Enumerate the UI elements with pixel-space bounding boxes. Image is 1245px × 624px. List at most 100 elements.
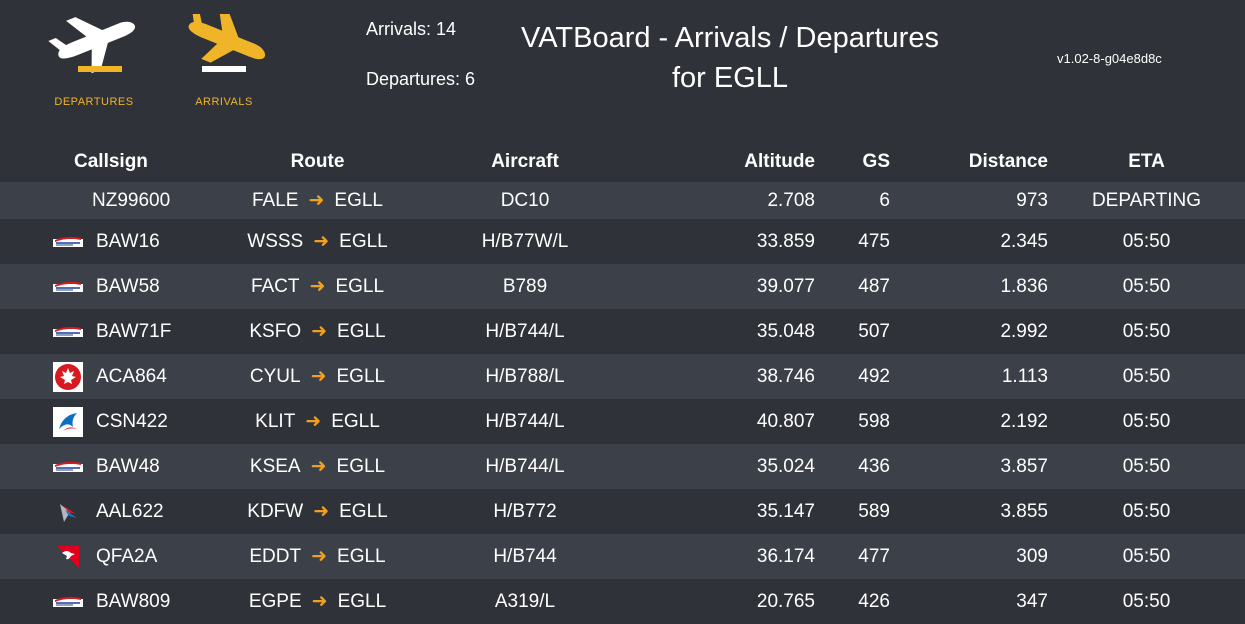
table-row[interactable]: BAW58 FACT ➜ EGLL B789 39.077 487 1.836 05:50 — [0, 264, 1245, 309]
cell-gs: 436 — [858, 455, 890, 477]
cell-eta: 05:50 — [1122, 410, 1171, 432]
cell-eta: 05:50 — [1122, 365, 1171, 387]
title-line-1: VATBoard - Arrivals / Departures — [521, 22, 939, 54]
cell-callsign: ACA864 — [0, 354, 210, 399]
column-aircraft[interactable]: Aircraft — [405, 142, 645, 182]
cell-callsign: BAW71F — [0, 309, 210, 354]
cell-gs: 477 — [858, 545, 890, 567]
cell-altitude: 38.746 — [756, 365, 815, 387]
china-southern-logo — [52, 406, 84, 437]
table-row[interactable]: BAW71F KSFO ➜ EGLL H/B744/L 35.048 507 2.992 05:… — [0, 309, 1245, 354]
arrow-right-icon: ➜ — [309, 276, 326, 297]
cell-distance: 1.836 — [1000, 275, 1048, 297]
departures-button[interactable]: DEPARTURES — [44, 14, 144, 114]
cell-route: KSEA ➜ EGLL — [210, 444, 405, 489]
table-row[interactable]: BAW809 EGPE ➜ EGLL A319/L 20.765 426 347 05:50 — [0, 579, 1245, 624]
arrivals-button[interactable]: ARRIVALS — [174, 14, 274, 114]
origin: FALE — [252, 190, 299, 211]
cell-callsign: QFA2A — [0, 534, 210, 579]
column-gs[interactable]: GS — [815, 142, 890, 182]
cell-callsign: NZ99600 — [0, 182, 210, 219]
callsign: BAW809 — [96, 590, 171, 612]
cell-distance: 3.857 — [1000, 455, 1048, 477]
cell-eta: DEPARTING — [1091, 189, 1202, 211]
cell-eta: 05:50 — [1122, 590, 1171, 612]
cell-altitude: 20.765 — [756, 590, 815, 612]
cell-route: EDDT ➜ EGLL — [210, 534, 405, 579]
column-eta[interactable]: ETA — [1048, 142, 1245, 182]
flights-table: Callsign Route Aircraft Altitude GS Dist… — [0, 142, 1245, 624]
table-row[interactable]: BAW48 KSEA ➜ EGLL H/B744/L 35.024 436 3.857 05:5… — [0, 444, 1245, 489]
destination: EGLL — [337, 591, 387, 612]
cell-gs: 487 — [858, 275, 890, 297]
cell-callsign: CSN422 — [0, 399, 210, 444]
table-row[interactable]: BAW16 WSSS ➜ EGLL H/B77W/L 33.859 475 2.345 05:5… — [0, 219, 1245, 264]
column-altitude[interactable]: Altitude — [645, 142, 815, 182]
callsign: NZ99600 — [92, 189, 171, 211]
destination: EGLL — [337, 546, 386, 567]
plane-takeoff-icon — [48, 17, 136, 74]
header: DEPARTURES ARRIVALS Arrivals: 14 Departu… — [0, 0, 1245, 140]
cell-altitude: 35.147 — [756, 500, 815, 522]
callsign: BAW58 — [96, 275, 160, 297]
callsign: BAW48 — [96, 455, 160, 477]
table-row[interactable]: NZ99600 FALE ➜ EGLL DC10 2.708 6 973 DEPARTING — [0, 182, 1245, 219]
arrow-right-icon: ➜ — [313, 501, 330, 522]
cell-route: CYUL ➜ EGLL — [210, 354, 405, 399]
origin: CYUL — [249, 366, 301, 387]
callsign: AAL622 — [96, 500, 164, 522]
cell-aircraft: H/B77W/L — [481, 230, 569, 252]
cell-aircraft: H/B788/L — [485, 365, 565, 387]
arrow-right-icon: ➜ — [310, 366, 327, 387]
cell-altitude: 36.174 — [756, 545, 815, 567]
cell-aircraft: H/B744/L — [485, 320, 565, 342]
arrow-right-icon: ➜ — [305, 411, 322, 432]
cell-gs: 426 — [858, 590, 890, 612]
table-row[interactable]: QFA2A EDDT ➜ EGLL H/B744 36.174 477 309 05:50 — [0, 534, 1245, 579]
british-airways-logo — [52, 229, 84, 255]
cell-eta: 05:50 — [1122, 275, 1171, 297]
cell-route: FACT ➜ EGLL — [210, 264, 405, 309]
destination: EGLL — [337, 321, 386, 342]
cell-distance: 347 — [1016, 590, 1048, 612]
table-row[interactable]: ACA864 CYUL ➜ EGLL H/B788/L 38.746 492 1.113 05:… — [0, 354, 1245, 399]
table-row[interactable]: AAL622 KDFW ➜ EGLL H/B772 35.147 589 3.855 05:50 — [0, 489, 1245, 534]
cell-route: KLIT ➜ EGLL — [210, 399, 405, 444]
callsign: BAW16 — [96, 230, 160, 252]
version-label: v1.02-8-g04e8d8c — [1057, 51, 1162, 66]
column-route[interactable]: Route — [210, 142, 405, 182]
cell-altitude: 39.077 — [756, 275, 815, 297]
cell-gs: 475 — [858, 230, 890, 252]
cell-aircraft: H/B744/L — [485, 410, 565, 432]
cell-route: KDFW ➜ EGLL — [210, 489, 405, 534]
arrivals-count: Arrivals: 14 — [366, 19, 457, 39]
origin: EGPE — [248, 591, 302, 612]
callsign: QFA2A — [96, 545, 158, 567]
cell-aircraft: H/B772 — [493, 500, 557, 522]
departures-count: Departures: 6 — [366, 69, 476, 89]
cell-eta: 05:50 — [1122, 545, 1171, 567]
cell-eta: 05:50 — [1122, 320, 1171, 342]
cell-distance: 2.192 — [1000, 410, 1048, 432]
british-airways-logo — [52, 274, 84, 300]
cell-distance: 2.345 — [1000, 230, 1048, 252]
qantas-logo — [52, 544, 84, 570]
cell-route: KSFO ➜ EGLL — [210, 309, 405, 354]
origin: FACT — [250, 276, 300, 297]
column-distance[interactable]: Distance — [890, 142, 1048, 182]
destination: EGLL — [339, 501, 388, 522]
cell-altitude: 40.807 — [756, 410, 815, 432]
plane-landing-icon — [188, 14, 266, 72]
cell-route: WSSS ➜ EGLL — [210, 219, 405, 264]
cell-distance: 973 — [1016, 189, 1048, 211]
arrow-right-icon: ➜ — [310, 456, 327, 477]
arrow-right-icon: ➜ — [311, 591, 328, 612]
column-callsign[interactable]: Callsign — [0, 142, 210, 182]
title-line-2: for EGLL — [671, 62, 789, 94]
table-row[interactable]: CSN422 KLIT ➜ EGLL H/B744/L 40.807 598 2.192 05:… — [0, 399, 1245, 444]
origin: KLIT — [255, 411, 296, 432]
cell-callsign: BAW48 — [0, 444, 210, 489]
departures-label: DEPARTURES — [54, 96, 134, 108]
destination: EGLL — [331, 411, 380, 432]
cell-callsign: BAW58 — [0, 264, 210, 309]
